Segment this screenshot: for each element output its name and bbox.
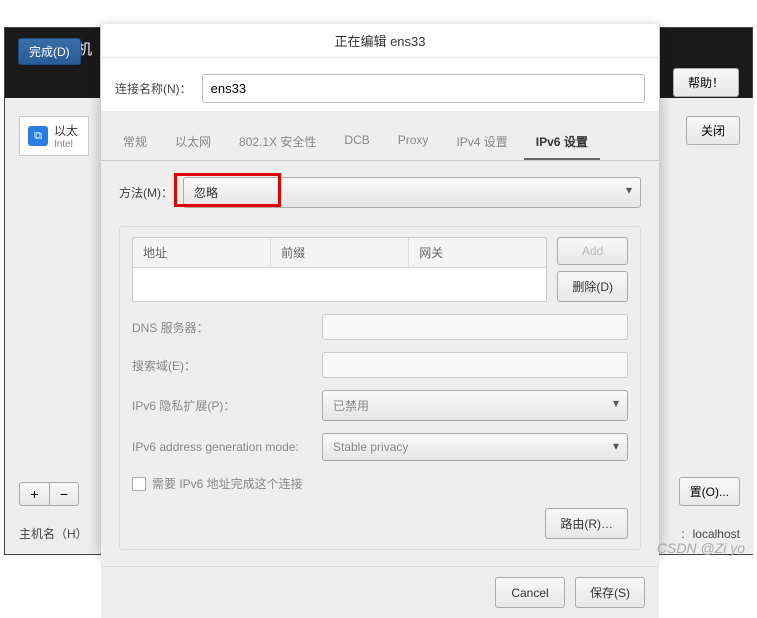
- help-button[interactable]: 帮助！: [673, 68, 739, 97]
- edit-connection-dialog: 正在编辑 ens33 连接名称(N)： 常规 以太网 802.1X 安全性 DC…: [100, 24, 660, 554]
- tab-ipv4[interactable]: IPv4 设置: [444, 123, 519, 160]
- add-address-button[interactable]: Add: [557, 237, 628, 265]
- add-device-button[interactable]: +: [19, 482, 49, 506]
- address-table[interactable]: 地址 前缀 网关: [132, 237, 547, 302]
- connection-name-input[interactable]: [202, 74, 645, 103]
- hostname-value: localhost: [693, 527, 740, 541]
- privacy-select[interactable]: 已禁用: [322, 390, 628, 421]
- remove-device-button[interactable]: −: [49, 482, 79, 506]
- save-button[interactable]: 保存(S): [575, 577, 645, 608]
- done-button[interactable]: 完成(D): [18, 38, 81, 65]
- tabs: 常规 以太网 802.1X 安全性 DCB Proxy IPv4 设置 IPv6…: [101, 123, 659, 161]
- watermark: CSDN @Zi yo: [657, 540, 745, 556]
- ethernet-icon: ⧉: [28, 126, 48, 146]
- device-name: 以太: [54, 122, 78, 139]
- device-card[interactable]: ⧉ 以太 Intel: [19, 116, 89, 156]
- genmode-select[interactable]: Stable privacy: [322, 433, 628, 461]
- tab-dcb[interactable]: DCB: [332, 123, 381, 160]
- tab-proxy[interactable]: Proxy: [386, 123, 441, 160]
- method-label: 方法(M)：: [119, 184, 173, 201]
- dns-input[interactable]: [322, 314, 628, 340]
- routes-button[interactable]: 路由(R)…: [545, 508, 628, 539]
- search-label: 搜索域(E)：: [132, 357, 312, 374]
- tab-general[interactable]: 常规: [111, 123, 159, 160]
- delete-address-button[interactable]: 删除(D): [557, 271, 628, 302]
- method-select[interactable]: 忽略: [183, 177, 641, 208]
- col-gateway: 网关: [409, 238, 546, 267]
- hostname-label: 主机名（H）: [19, 525, 88, 542]
- col-prefix: 前缀: [271, 238, 409, 267]
- require-ipv6-label: 需要 IPv6 地址完成这个连接: [152, 475, 303, 492]
- dns-label: DNS 服务器：: [132, 319, 312, 336]
- search-input[interactable]: [322, 352, 628, 378]
- close-button[interactable]: 关闭: [686, 116, 740, 145]
- tab-8021x[interactable]: 802.1X 安全性: [227, 123, 328, 160]
- require-ipv6-checkbox[interactable]: [132, 477, 146, 491]
- connection-name-label: 连接名称(N)：: [115, 80, 192, 97]
- configure-button[interactable]: 置(O)...: [679, 477, 740, 506]
- hostname-suffix: :: [681, 527, 684, 541]
- device-vendor: Intel: [54, 139, 78, 150]
- col-address: 地址: [133, 238, 271, 267]
- cancel-button[interactable]: Cancel: [495, 577, 565, 608]
- privacy-label: IPv6 隐私扩展(P)：: [132, 397, 312, 414]
- tab-ipv6[interactable]: IPv6 设置: [524, 123, 600, 160]
- tab-ethernet[interactable]: 以太网: [163, 123, 223, 160]
- genmode-label: IPv6 address generation mode:: [132, 440, 312, 454]
- dialog-title: 正在编辑 ens33: [101, 24, 659, 58]
